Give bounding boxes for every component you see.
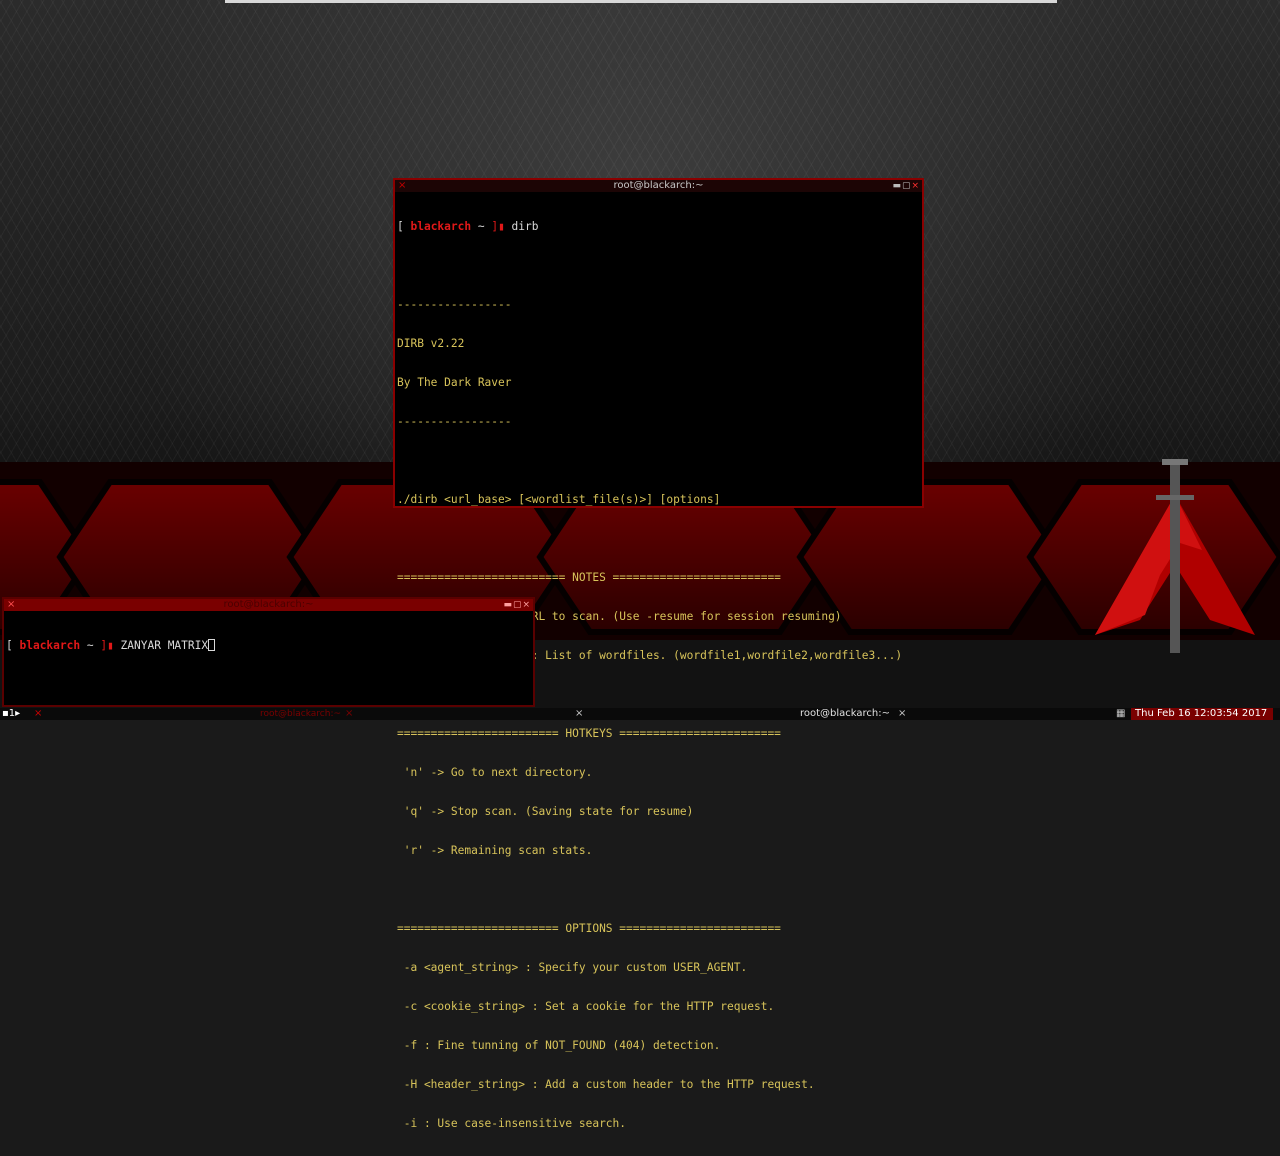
window-title: root@blackarch:~ [223,599,314,610]
output-line: ----------------- [397,415,512,428]
output-line: -H <header_string> : Add a custom header… [397,1078,815,1091]
prompt-separator: ]▮ [491,220,512,233]
output-line: -a <agent_string> : Specify your custom … [397,961,748,974]
window-controls[interactable]: ▬▢× [892,180,920,192]
minimize-maximize-icon[interactable]: ▬▢ [892,181,911,191]
close-icon[interactable]: × [345,708,353,720]
tray-icon[interactable]: ▦ [1116,708,1125,720]
prompt-path: ~ [471,220,492,233]
workspace-indicator[interactable]: ▪1▸ [2,708,34,720]
output-line: ----------------- [397,298,512,311]
output-line: 'r' -> Remaining scan stats. [397,844,593,857]
output-line: 'n' -> Go to next directory. [397,766,593,779]
close-icon[interactable]: × [522,600,531,610]
blackarch-logo [1095,459,1255,653]
output-line: By The Dark Raver [397,376,512,389]
top-panel-edge [225,0,1057,3]
taskbar-window-2[interactable]: root@blackarch:~ [800,708,890,720]
terminal-titlebar[interactable]: × root@blackarch:~ ▬▢× [395,180,922,192]
window-controls[interactable]: ▬▢× [503,599,531,611]
main-terminal-window[interactable]: × root@blackarch:~ ▬▢× [ blackarch ~ ]▮ … [393,178,924,1130]
output-line: -c <cookie_string> : Set a cookie for th… [397,1000,775,1013]
small-terminal-window[interactable]: × root@blackarch:~ ▬▢× [ blackarch ~ ]▮ … [2,597,535,707]
close-icon[interactable]: × [898,708,906,720]
output-line: -i : Use case-insensitive search. [397,1117,627,1130]
close-icon[interactable]: × [911,181,920,191]
close-icon[interactable]: × [575,708,583,720]
close-icon[interactable]: × [34,708,42,720]
output-line: ======================== HOTKEYS =======… [397,727,781,740]
minimize-maximize-icon[interactable]: ▬▢ [503,600,522,610]
clock: Thu Feb 16 12:03:54 2017 [1131,708,1274,720]
terminal-output[interactable]: [ blackarch ~ ]▮ ZANYAR MATRIX [4,611,533,678]
output-line: -f : Fine tunning of NOT_FOUND (404) det… [397,1039,721,1052]
prompt-line: [ blackarch ~ ]▮ ZANYAR MATRIX [6,639,533,652]
output-line: ======================== OPTIONS =======… [397,922,781,935]
prompt-line: [ blackarch ~ ]▮ dirb [397,220,922,233]
command-input[interactable]: ZANYAR MATRIX [121,639,209,652]
output-line: DIRB v2.22 [397,337,465,350]
text-cursor [208,639,216,651]
prompt-host: blackarch [19,639,81,652]
terminal-titlebar[interactable]: × root@blackarch:~ ▬▢× [4,599,533,611]
window-title: root@blackarch:~ [613,180,704,191]
close-icon[interactable]: × [398,180,406,192]
prompt-path: ~ [80,639,101,652]
output-line: 'q' -> Stop scan. (Saving state for resu… [397,805,694,818]
prompt-host: blackarch [410,220,472,233]
prompt-bracket: [ [6,639,20,652]
taskbar-window-1[interactable]: root@blackarch:~ [260,708,341,720]
output-line: ./dirb <url_base> [<wordlist_file(s)>] [… [397,493,721,506]
output-line: ========================= NOTES ========… [397,571,781,584]
prompt-bracket: [ [397,220,411,233]
taskbar: ▪1▸ × root@blackarch:~ × × root@blackarc… [0,708,1280,720]
close-icon[interactable]: × [7,599,15,611]
prompt-separator: ]▮ [100,639,121,652]
entered-command: dirb [511,220,539,233]
